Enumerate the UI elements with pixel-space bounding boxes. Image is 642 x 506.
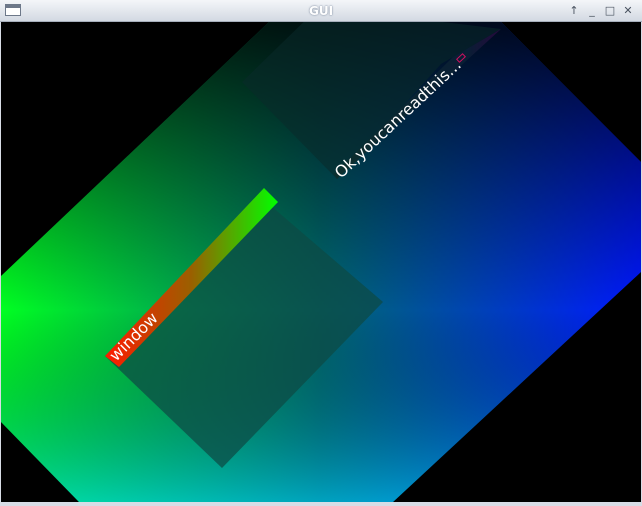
close-button-icon[interactable]: ✕: [620, 3, 636, 19]
window-title: GUI: [308, 4, 334, 18]
maximize-button-icon[interactable]: □: [602, 3, 618, 19]
scene-svg: Ok,youcanreadthis... window: [1, 22, 641, 502]
minimize-button-icon[interactable]: _: [584, 3, 600, 19]
window-bottom-border: [0, 502, 642, 506]
render-canvas[interactable]: Ok,youcanreadthis... window: [1, 22, 641, 502]
window-titlebar[interactable]: GUI ↑ _ □ ✕: [0, 0, 642, 22]
shade-button-icon[interactable]: ↑: [566, 3, 582, 19]
